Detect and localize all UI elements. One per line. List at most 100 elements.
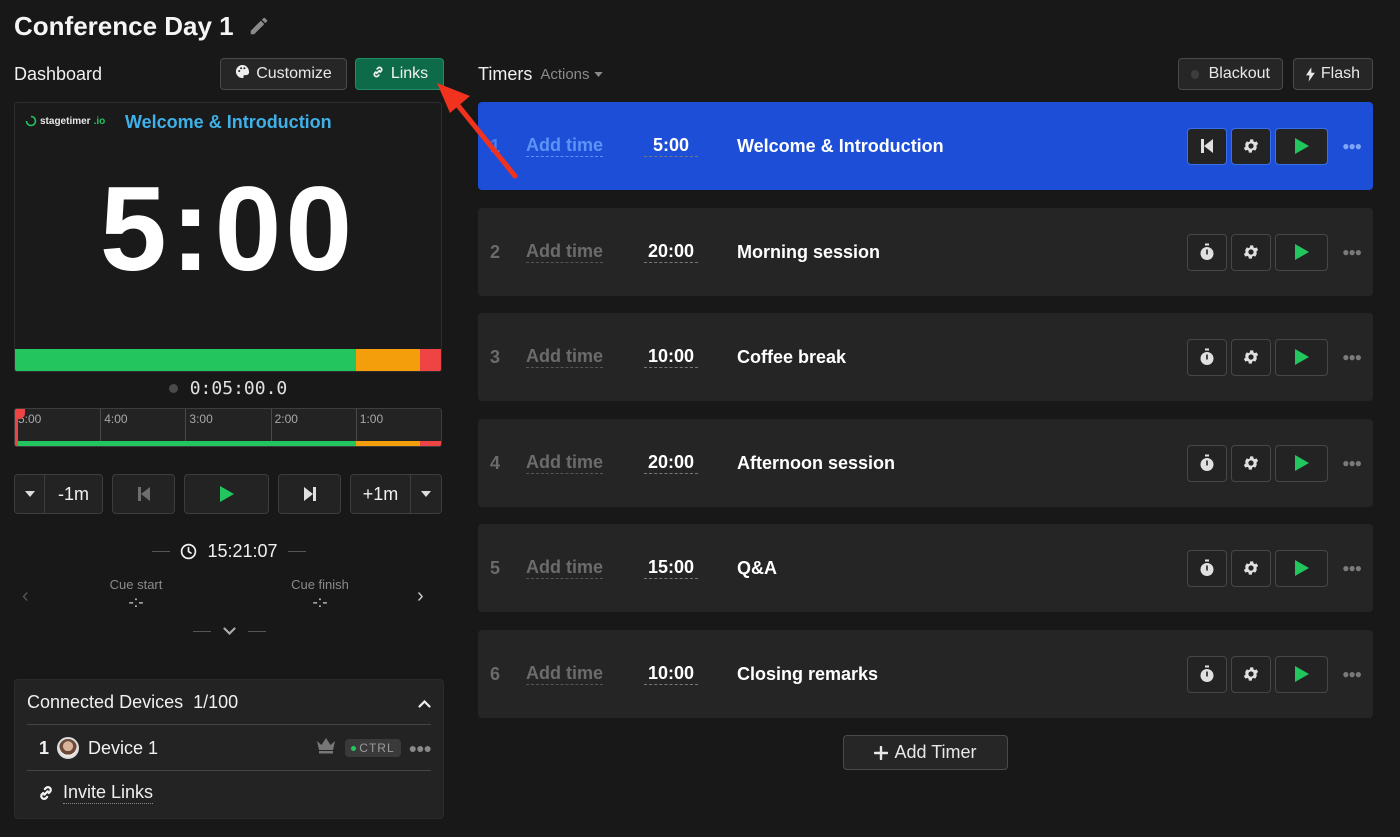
timer-stopwatch-button[interactable] [1187,549,1228,587]
more-icon[interactable]: ●●● [1342,139,1362,153]
more-icon[interactable]: ●●● [1342,667,1362,681]
flash-button[interactable]: Flash [1293,58,1373,90]
timer-duration[interactable]: 20:00 [644,452,698,474]
timeline-progress-bar [15,441,441,446]
timer-row[interactable]: 3 Add time 10:00 Coffee break ●●● [478,313,1373,401]
timer-row[interactable]: 2 Add time 20:00 Morning session ●●● [478,208,1373,296]
blackout-button[interactable]: Blackout [1178,58,1283,90]
chevron-left-icon[interactable]: ‹ [22,585,29,608]
pencil-icon[interactable] [248,15,272,39]
timer-number: 5 [490,557,501,578]
more-icon[interactable]: ●●● [1342,350,1362,364]
more-icon[interactable]: ●●● [1342,456,1362,470]
divider [247,630,266,632]
cue-finish-value: -:- [312,594,328,611]
stopwatch-icon [1200,665,1214,682]
device-item: 1 Device 1 CTRL ●●● [27,726,432,771]
expand-toggle[interactable] [14,627,444,635]
timer-play-button[interactable] [1275,655,1329,693]
add-time-button[interactable]: Add time [526,557,604,579]
timer-duration[interactable]: 5:00 [644,135,698,157]
plus-1m-button[interactable]: +1m [351,475,411,513]
links-button[interactable]: Links [355,58,444,90]
ctrl-badge: CTRL [345,739,401,757]
add-time-button[interactable]: Add time [526,663,604,685]
skip-back-icon [137,487,150,501]
timer-settings-button[interactable] [1231,549,1272,587]
more-icon[interactable]: ●●● [1342,561,1362,575]
add-timer-button[interactable]: Add Timer [843,735,1008,770]
logo-ring-icon [25,115,37,127]
add-time-button[interactable]: Add time [526,346,604,368]
preview-countdown: 5:00 [99,162,357,296]
timer-number: 2 [490,241,501,262]
minus-dropdown-button[interactable] [15,475,45,513]
skip-back-icon [1201,139,1214,153]
timer-row[interactable]: 6 Add time 10:00 Closing remarks ●●● [478,630,1373,718]
timer-settings-button[interactable] [1231,655,1272,693]
play-button[interactable] [185,475,268,513]
play-icon [219,486,234,502]
timer-duration[interactable]: 10:00 [644,663,698,685]
play-icon [1294,455,1309,471]
timer-settings-button[interactable] [1231,127,1272,165]
timer-play-button[interactable] [1275,444,1329,482]
flash-label: Flash [1320,65,1360,82]
timer-stopwatch-button[interactable] [1187,444,1228,482]
elapsed-time: 0:05:00.0 [14,378,442,399]
add-time-button[interactable]: Add time [526,241,604,263]
timer-settings-button[interactable] [1231,338,1272,376]
ctrl-badge-label: CTRL [359,741,395,755]
previous-button[interactable] [113,475,174,513]
add-timer-label: Add Timer [894,742,977,762]
add-time-button[interactable]: Add time [526,135,604,157]
timer-stopwatch-button[interactable] [1187,655,1228,693]
plus-dropdown-button[interactable] [411,475,441,513]
timer-stopwatch-button[interactable] [1187,233,1228,271]
link-icon [371,65,385,84]
timer-row[interactable]: 5 Add time 15:00 Q&A ●●● [478,524,1373,612]
timer-row[interactable]: 1 Add time 5:00 Welcome & Introduction ●… [478,102,1373,190]
actions-dropdown[interactable]: Actions [540,66,603,83]
play-button-group [184,474,269,514]
palette-icon [235,64,250,84]
gear-icon [1244,139,1259,153]
progress-segment [419,349,441,371]
timer-settings-button[interactable] [1231,233,1272,271]
cue-info: ‹ Cue start -:- Cue finish -:- › [14,577,444,617]
timeline-scrubber[interactable]: 1:00 2:00 3:00 4:00 5:00 [14,408,442,447]
timeline-tick: 2:00 [270,409,298,441]
timer-preview[interactable]: stagetimer .io Welcome & Introduction 5:0… [14,102,442,372]
dashboard-header: Dashboard Customize Links [14,58,444,90]
previous-button-group [112,474,175,514]
timer-row[interactable]: 4 Add time 20:00 Afternoon session ●●● [478,419,1373,507]
brand-suffix: .io [93,115,106,127]
gear-icon [1244,350,1259,364]
minus-1m-button[interactable]: -1m [45,475,102,513]
timer-duration[interactable]: 10:00 [644,346,698,368]
more-icon[interactable]: ●●● [409,740,432,756]
timer-reset-button[interactable] [1187,127,1228,165]
brand-name: stagetimer [40,115,91,127]
chevron-up-icon[interactable] [418,692,431,713]
timer-actions: ●●● [1187,338,1362,376]
timer-duration[interactable]: 20:00 [644,241,698,263]
timer-play-button[interactable] [1275,233,1329,271]
more-icon[interactable]: ●●● [1342,245,1362,259]
timeline-tick: 3:00 [185,409,213,441]
device-name: Device 1 [88,737,159,758]
customize-button[interactable]: Customize [220,58,347,90]
timer-play-button[interactable] [1275,549,1329,587]
invite-links-label: Invite Links [63,782,154,804]
timer-play-button[interactable] [1275,127,1329,165]
timer-duration[interactable]: 15:00 [644,557,698,579]
timer-play-button[interactable] [1275,338,1329,376]
devices-header[interactable]: Connected Devices 1/100 [27,680,431,725]
timer-settings-button[interactable] [1231,444,1272,482]
play-icon [1294,666,1309,682]
add-time-button[interactable]: Add time [526,452,604,474]
timer-stopwatch-button[interactable] [1187,338,1228,376]
invite-links-button[interactable]: Invite Links [37,782,154,804]
chevron-right-icon[interactable]: › [417,585,424,608]
next-button[interactable] [279,475,340,513]
